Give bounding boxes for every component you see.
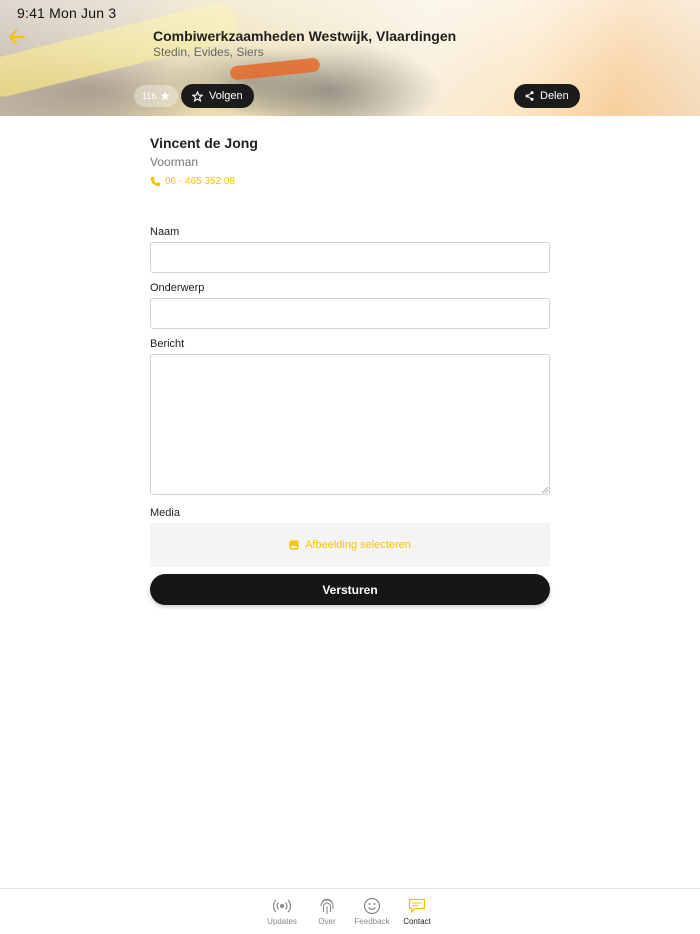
name-label: Naam <box>150 226 180 238</box>
name-field[interactable] <box>150 242 550 273</box>
contact-name: Vincent de Jong <box>150 135 258 151</box>
tab-over-label: Over <box>318 917 336 926</box>
tab-contact-label: Contact <box>403 917 431 926</box>
contact-role: Voorman <box>150 155 199 169</box>
phone-icon <box>150 176 161 187</box>
contact-phone-link[interactable]: 06 - 465 352 08 <box>150 176 235 187</box>
message-label: Bericht <box>150 338 185 350</box>
message-field[interactable] <box>150 354 550 495</box>
follower-count: 116 <box>142 91 157 101</box>
media-label: Media <box>150 507 180 519</box>
share-label: Delen <box>540 90 569 102</box>
broadcast-icon <box>272 897 292 915</box>
submit-button[interactable]: Versturen <box>150 574 550 605</box>
share-button[interactable]: Delen <box>514 84 580 108</box>
tab-updates-label: Updates <box>267 917 297 926</box>
follow-button[interactable]: Volgen <box>181 84 254 108</box>
star-icon <box>160 91 170 101</box>
tab-feedback[interactable]: Feedback <box>347 897 397 926</box>
image-icon <box>289 540 299 550</box>
tab-feedback-label: Feedback <box>354 917 390 926</box>
subject-field[interactable] <box>150 298 550 329</box>
contact-phone-number: 06 - 465 352 08 <box>165 176 236 187</box>
project-subtitle: Stedin, Evides, Siers <box>153 45 264 59</box>
share-icon <box>525 91 534 101</box>
follow-label: Volgen <box>209 90 243 102</box>
resize-grip-icon[interactable] <box>541 486 549 494</box>
smiley-icon <box>362 897 382 915</box>
arrow-left-icon <box>9 30 25 44</box>
status-bar-time: 9:41 Mon Jun 3 <box>17 5 117 21</box>
subject-label: Onderwerp <box>150 282 205 294</box>
fingerprint-icon <box>317 897 337 915</box>
tab-bar: Updates Over Feedback Contact <box>0 888 700 934</box>
star-outline-icon <box>192 90 203 102</box>
back-button[interactable] <box>6 26 28 48</box>
chat-icon <box>407 897 427 915</box>
select-image-button[interactable]: Afbeelding selecteren <box>150 523 550 567</box>
project-title: Combiwerkzaamheden Westwijk, Vlaardingen <box>153 28 457 44</box>
tab-over[interactable]: Over <box>302 897 352 926</box>
tab-updates[interactable]: Updates <box>257 897 307 926</box>
select-image-label: Afbeelding selecteren <box>305 539 411 551</box>
tab-contact[interactable]: Contact <box>392 897 442 926</box>
follower-count-badge: 116 <box>134 85 179 107</box>
